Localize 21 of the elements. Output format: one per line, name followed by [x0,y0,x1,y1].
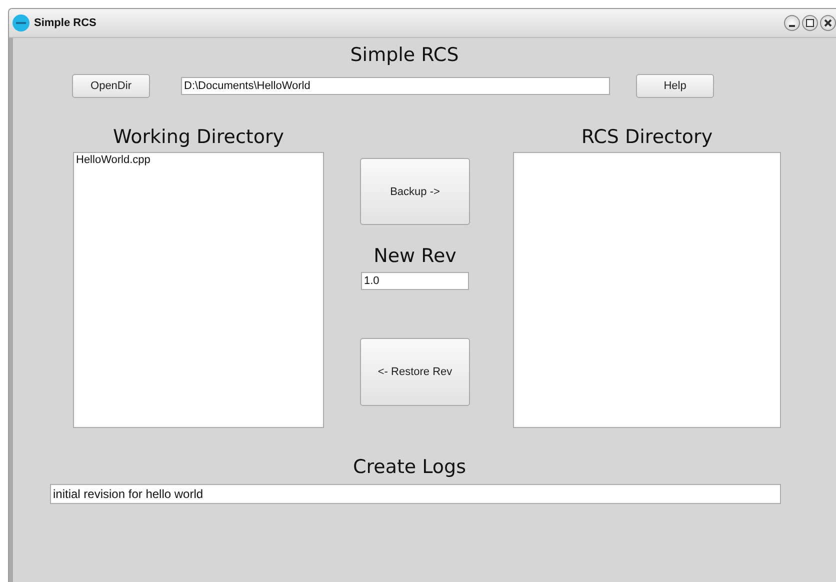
help-button[interactable]: Help [636,74,714,98]
backup-button[interactable]: Backup -> [360,158,470,225]
restore-button[interactable]: <- Restore Rev [360,338,470,406]
close-icon [824,19,832,27]
path-field[interactable]: D:\Documents\HelloWorld [181,77,610,95]
maximize-icon [806,19,814,27]
log-field[interactable]: initial revision for hello world [50,484,781,504]
minimize-button[interactable] [784,15,800,31]
app-heading: Simple RCS [349,44,460,66]
revision-field[interactable]: 1.0 [361,272,469,290]
open-dir-button[interactable]: OpenDir [72,74,150,98]
list-heading: RCS Directory [580,126,714,148]
new-rev-label: New Rev [374,245,456,267]
file-item[interactable]: HelloWorld.cpp [76,154,150,166]
maximize-button[interactable] [802,15,818,31]
logo-icon [12,14,30,32]
create-logs-label: Create Logs [352,456,467,478]
list-heading: Working Directory [112,126,286,148]
close-button[interactable] [820,15,836,31]
window-title: Simple RCS [34,17,98,29]
file-list[interactable]: HelloWorld.cpp [73,152,324,428]
